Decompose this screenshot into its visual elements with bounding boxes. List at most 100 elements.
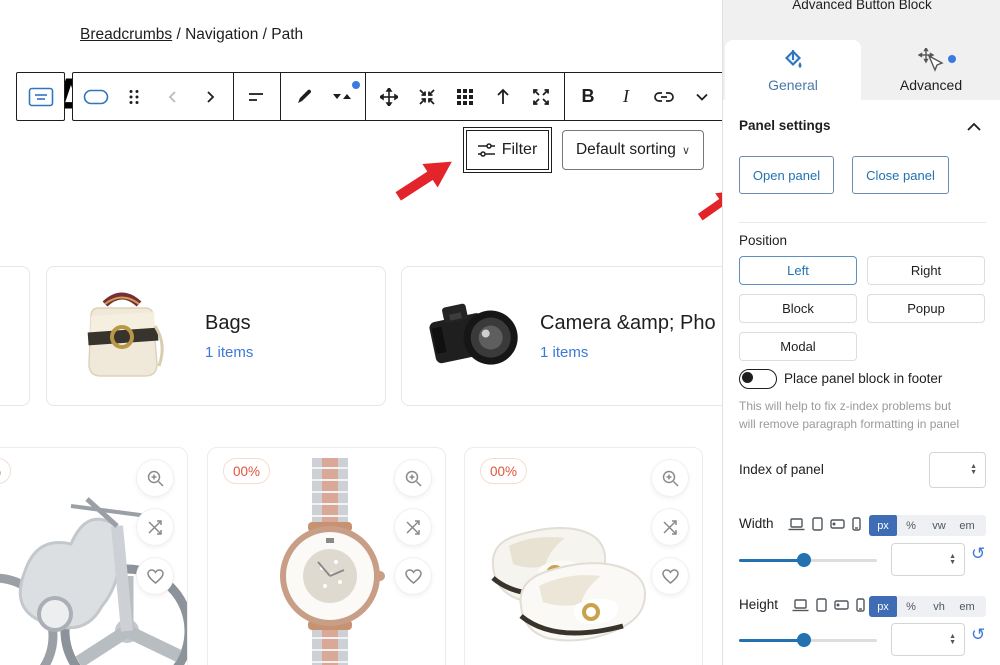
- slider-thumb[interactable]: [797, 553, 811, 567]
- move-icon[interactable]: [370, 77, 408, 117]
- compare-button[interactable]: [395, 509, 431, 545]
- grid-icon[interactable]: [446, 77, 484, 117]
- unit-rem[interactable]: rem: [981, 515, 986, 536]
- pen-icon[interactable]: [285, 77, 323, 117]
- sorting-select[interactable]: Default sorting ∨: [562, 130, 704, 170]
- annotation-arrow-open-panel: [694, 182, 722, 226]
- wishlist-button[interactable]: [652, 558, 688, 594]
- contract-icon[interactable]: [408, 77, 446, 117]
- product-actions: [395, 460, 431, 594]
- discount-badge: 00%: [223, 458, 270, 484]
- laptop-icon[interactable]: [792, 599, 809, 612]
- toolbar-group-format: B I: [565, 73, 722, 120]
- position-popup-button[interactable]: Popup: [867, 294, 985, 323]
- wishlist-button[interactable]: [137, 558, 173, 594]
- position-modal-button[interactable]: Modal: [739, 332, 857, 361]
- tablet-landscape-icon[interactable]: [834, 600, 849, 610]
- slider-thumb[interactable]: [797, 633, 811, 647]
- phone-icon[interactable]: [852, 517, 861, 531]
- unit-px[interactable]: px: [869, 515, 897, 536]
- stepper-icon[interactable]: ▲▼: [949, 634, 956, 646]
- button-block-icon[interactable]: [77, 77, 115, 117]
- height-slider[interactable]: [739, 632, 877, 648]
- product-card-shoes[interactable]: 00%: [464, 447, 703, 665]
- quick-view-button[interactable]: [137, 460, 173, 496]
- divider: [739, 222, 986, 223]
- unit-em[interactable]: em: [953, 596, 981, 617]
- watch-photo: [270, 458, 390, 665]
- height-reset-icon[interactable]: ↺: [971, 627, 985, 643]
- laptop-icon[interactable]: [788, 518, 805, 531]
- select-parent-panel-button[interactable]: [16, 72, 65, 121]
- index-of-panel-label: Index of panel: [739, 462, 824, 477]
- arrow-up-icon[interactable]: [484, 77, 522, 117]
- sliders-icon: [478, 143, 495, 158]
- expand-icon[interactable]: [522, 77, 560, 117]
- unit-vh[interactable]: vh: [925, 596, 953, 617]
- width-reset-icon[interactable]: ↺: [971, 546, 985, 562]
- alignment-icon[interactable]: [238, 77, 276, 117]
- move-left-icon[interactable]: [153, 77, 191, 117]
- zoom-icon: [147, 470, 164, 487]
- drag-handle-icon[interactable]: [115, 77, 153, 117]
- quick-view-button[interactable]: [652, 460, 688, 496]
- product-card-bicycle[interactable]: 00%: [0, 447, 188, 665]
- breadcrumb-link[interactable]: Breadcrumbs: [80, 26, 172, 43]
- chevron-up-icon[interactable]: [967, 122, 981, 131]
- stepper-icon[interactable]: ▲▼: [970, 464, 977, 476]
- stepper-icon[interactable]: ▲▼: [949, 554, 956, 566]
- width-value-input[interactable]: ▲▼: [891, 543, 965, 576]
- position-label: Position: [739, 233, 787, 248]
- unit-vw[interactable]: vw: [925, 515, 953, 536]
- compare-icon: [405, 519, 422, 536]
- footer-toggle-help: This will help to fix z-index problems b…: [739, 397, 985, 433]
- position-left-button[interactable]: Left: [739, 256, 857, 285]
- product-card-watch[interactable]: 00%: [207, 447, 446, 665]
- tablet-landscape-icon[interactable]: [830, 519, 845, 529]
- open-panel-button[interactable]: Open panel: [739, 156, 834, 194]
- zoom-icon: [662, 470, 679, 487]
- unit-rem[interactable]: rem: [981, 596, 986, 617]
- wishlist-button[interactable]: [395, 558, 431, 594]
- width-slider[interactable]: [739, 552, 877, 568]
- category-count-link[interactable]: 1 items: [205, 344, 253, 361]
- unit-percent[interactable]: %: [897, 596, 925, 617]
- footer-toggle[interactable]: [739, 369, 777, 389]
- filter-button[interactable]: Filter: [466, 130, 549, 170]
- compare-button[interactable]: [137, 509, 173, 545]
- index-of-panel-input[interactable]: ▲▼: [929, 452, 986, 488]
- category-card-camera[interactable]: Camera &amp; Pho 1 items: [401, 266, 722, 406]
- unit-px[interactable]: px: [869, 596, 897, 617]
- tablet-icon[interactable]: [816, 598, 827, 612]
- block-settings-sidebar: Advanced Button Block General: [722, 0, 1000, 665]
- color-picker-icon[interactable]: [323, 77, 361, 117]
- shoes-photo: [483, 486, 668, 665]
- tab-advanced[interactable]: Advanced: [863, 40, 999, 100]
- tablet-icon[interactable]: [812, 517, 823, 531]
- unit-em[interactable]: em: [953, 515, 981, 536]
- close-panel-button[interactable]: Close panel: [852, 156, 949, 194]
- heart-icon: [405, 569, 422, 584]
- bold-button[interactable]: B: [569, 77, 607, 117]
- compare-button[interactable]: [652, 509, 688, 545]
- tab-general[interactable]: General: [725, 40, 861, 100]
- position-block-button[interactable]: Block: [739, 294, 857, 323]
- move-right-icon[interactable]: [191, 77, 229, 117]
- height-value-input[interactable]: ▲▼: [891, 623, 965, 656]
- bag-photo: [75, 286, 170, 386]
- zoom-icon: [405, 470, 422, 487]
- category-count-link[interactable]: 1 items: [540, 344, 716, 361]
- phone-icon[interactable]: [856, 598, 865, 612]
- category-card-bags[interactable]: Bags 1 items: [46, 266, 386, 406]
- compare-icon: [147, 519, 164, 536]
- position-right-button[interactable]: Right: [867, 256, 985, 285]
- category-card-partial[interactable]: [0, 266, 30, 406]
- italic-button[interactable]: I: [607, 77, 645, 117]
- more-formats-chevron-icon[interactable]: [683, 77, 721, 117]
- category-name: Camera &amp; Pho: [540, 312, 716, 335]
- quick-view-button[interactable]: [395, 460, 431, 496]
- link-icon[interactable]: [645, 77, 683, 117]
- advanced-set-indicator-dot: [948, 55, 956, 63]
- sidebar-tab-zone: Advanced Button Block General: [723, 0, 1000, 100]
- unit-percent[interactable]: %: [897, 515, 925, 536]
